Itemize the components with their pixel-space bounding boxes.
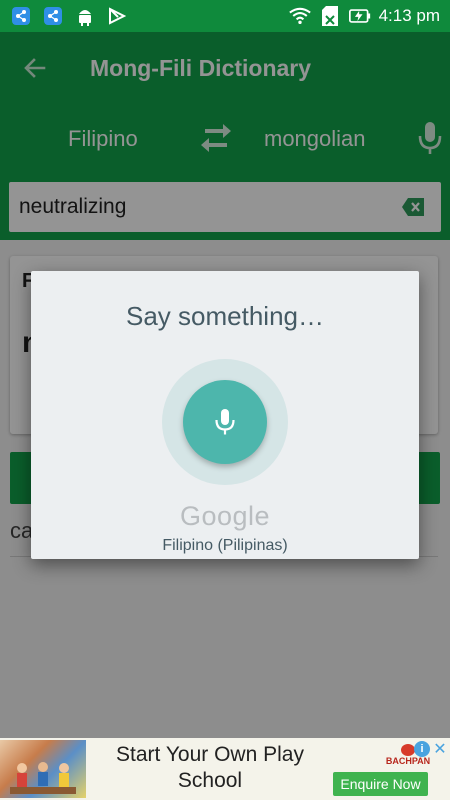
voice-mic-button[interactable] [183, 380, 267, 464]
google-play-icon [106, 5, 128, 27]
share-app-icon [42, 5, 64, 27]
android-icon [74, 5, 96, 27]
voice-language[interactable]: Filipino (Pilipinas) [31, 537, 419, 555]
voice-search-dialog: Say something… Google Filipino (Pilipina… [31, 271, 419, 559]
brand-emblem-icon [401, 744, 415, 756]
battery-charging-icon [348, 5, 371, 27]
voice-prompt: Say something… [126, 301, 324, 331]
status-notification-icons [10, 5, 128, 27]
ad-headline[interactable]: Start Your Own Play School [100, 742, 320, 794]
status-time: 4:13 pm [378, 6, 440, 25]
wifi-icon [288, 5, 311, 27]
status-bar: 4:13 pm [0, 0, 450, 32]
sd-card-icon [319, 5, 341, 27]
microphone-icon [215, 409, 235, 435]
ad-cta-button[interactable]: Enquire Now [333, 772, 428, 796]
google-logo: Google [179, 501, 271, 531]
ad-info-icon[interactable]: i [414, 741, 430, 757]
ad-close-icon[interactable]: ✕ [432, 739, 448, 758]
status-system-icons: 4:13 pm [288, 5, 440, 27]
ad-image[interactable] [0, 740, 86, 798]
ad-brand-name: BACHPAN [385, 756, 431, 766]
share-app-icon [10, 5, 32, 27]
children-playing-image [10, 762, 76, 794]
